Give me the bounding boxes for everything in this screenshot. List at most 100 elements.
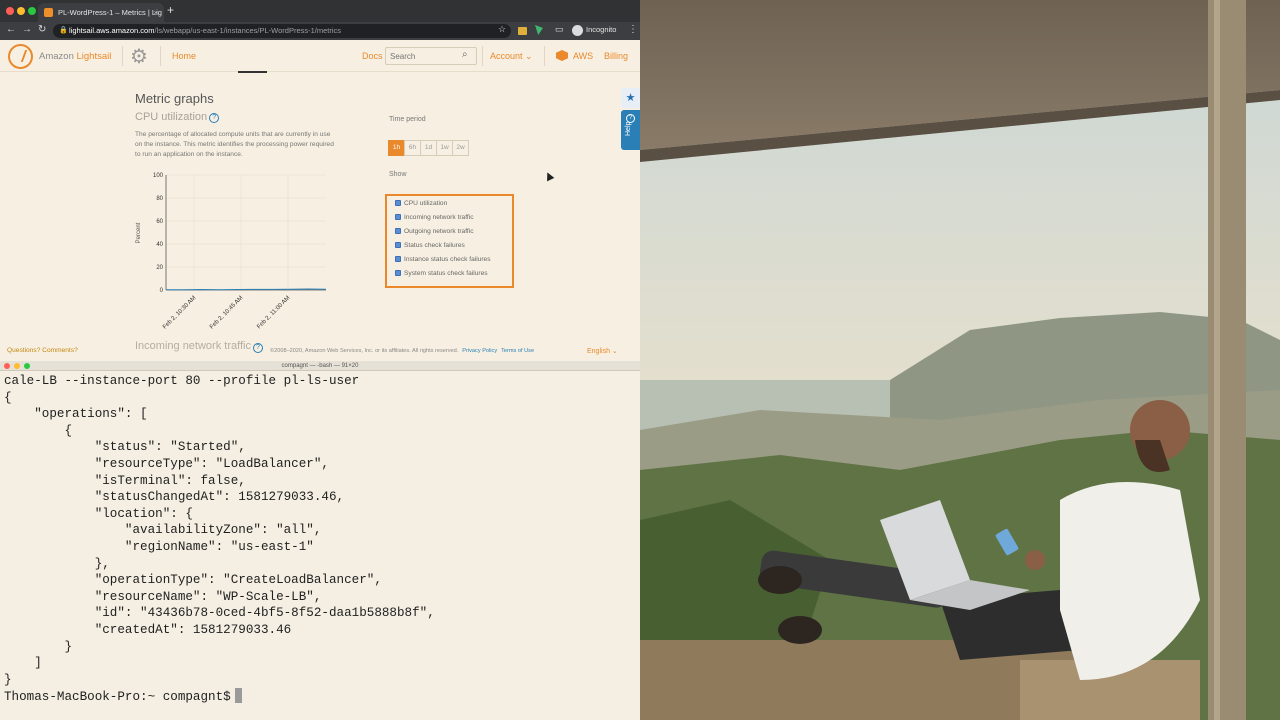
- terminal-line: "regionName": "us-east-1": [4, 539, 314, 554]
- terminal-line: ]: [4, 656, 42, 671]
- screen-left: PL-WordPress-1 – Metrics | Lig × + ← → ↻…: [0, 0, 640, 720]
- maximize-window-icon[interactable]: [28, 7, 36, 15]
- terminal-prompt: Thomas-MacBook-Pro:~ compagnt$: [4, 690, 231, 705]
- terminal-line: "resourceName": "WP-Scale-LB",: [4, 589, 322, 604]
- incognito-icon: [572, 25, 583, 36]
- terminal-line: "resourceType": "LoadBalancer",: [4, 456, 329, 471]
- show-instance-status-checkbox[interactable]: Instance status check failures: [395, 256, 491, 263]
- language-selector[interactable]: English ⌄: [587, 347, 618, 355]
- privacy-policy-link[interactable]: Privacy Policy: [462, 348, 497, 354]
- browser-tab-bar: PL-WordPress-1 – Metrics | Lig × +: [0, 0, 640, 22]
- help-tab-label: Help: [625, 121, 632, 136]
- chevron-down-icon: ⌄: [525, 51, 533, 61]
- period-6h-button[interactable]: 6h: [404, 140, 421, 156]
- cpu-description: The percentage of allocated compute unit…: [135, 131, 334, 158]
- questions-link[interactable]: Questions? Comments?: [7, 347, 78, 354]
- close-window-icon[interactable]: [6, 7, 14, 15]
- favorites-star-icon[interactable]: ★: [621, 88, 640, 108]
- cpu-title-text: CPU utilization: [135, 111, 208, 123]
- browser-tab[interactable]: PL-WordPress-1 – Metrics | Lig ×: [38, 3, 164, 22]
- copyright-label: ©2008–2020, Amazon Web Services, Inc. or…: [270, 348, 459, 354]
- terminal-window[interactable]: compagnt — -bash — 91×20 cale-LB --insta…: [0, 361, 640, 720]
- show-outgoing-checkbox[interactable]: Outgoing network traffic: [395, 228, 474, 235]
- period-1d-button[interactable]: 1d: [420, 140, 437, 156]
- nav-home[interactable]: Home: [172, 51, 196, 61]
- help-question-icon[interactable]: ?: [209, 113, 220, 123]
- checkbox-icon[interactable]: [395, 242, 401, 248]
- chart-y-tick-label: 0: [160, 288, 164, 294]
- close-window-icon[interactable]: [4, 363, 10, 369]
- terminal-prompt-line[interactable]: Thomas-MacBook-Pro:~ compagnt$: [4, 688, 640, 706]
- help-question-icon[interactable]: ?: [252, 343, 263, 353]
- checkbox-label: Outgoing network traffic: [404, 228, 474, 235]
- terminal-line: "operationType": "CreateLoadBalancer",: [4, 573, 382, 588]
- aws-cube-icon: [556, 50, 568, 61]
- terminal-line: cale-LB --instance-port 80 --profile pl-…: [4, 374, 360, 388]
- close-tab-icon[interactable]: ×: [154, 3, 158, 22]
- show-status-checkbox[interactable]: Status check failures: [395, 242, 465, 249]
- checkbox-label: CPU utilization: [404, 200, 448, 207]
- bookmark-star-icon[interactable]: ☆: [498, 24, 506, 35]
- cast-icon[interactable]: ▭: [555, 24, 564, 35]
- chevron-down-icon: ⌄: [611, 348, 618, 355]
- show-system-status-checkbox[interactable]: System status check failures: [395, 270, 488, 277]
- new-tab-icon[interactable]: +: [167, 3, 174, 17]
- nav-aws[interactable]: AWS: [573, 51, 593, 61]
- url-path: /ls/webapp/us-east-1/instances/PL-WordPr…: [154, 26, 342, 35]
- terminal-line: },: [4, 556, 110, 571]
- lightsail-header: Amazon Lightsail ⚙ Home Docs ⌕ Account ⌄…: [0, 40, 640, 73]
- extension-icon[interactable]: [518, 27, 527, 35]
- show-incoming-checkbox[interactable]: Incoming network traffic: [395, 214, 474, 221]
- terminal-line: "location": {: [4, 506, 193, 521]
- lightsail-favicon-icon: [44, 8, 53, 17]
- terminal-line: "status": "Started",: [4, 440, 246, 455]
- reload-icon[interactable]: ↻: [38, 24, 46, 35]
- brand-prefix: Amazon: [39, 51, 77, 62]
- maximize-window-icon[interactable]: [24, 363, 30, 369]
- lightsail-logo-icon[interactable]: [8, 44, 33, 69]
- forward-icon[interactable]: →: [22, 24, 32, 35]
- back-icon[interactable]: ←: [6, 24, 16, 35]
- cpu-series-line: [166, 288, 327, 291]
- url-host: lightsail.aws.amazon.com: [69, 26, 155, 35]
- time-period-label: Time period: [389, 116, 426, 123]
- extension-flag-icon[interactable]: [535, 25, 543, 35]
- checkbox-icon[interactable]: [395, 214, 401, 220]
- chart-y-tick-label: 60: [156, 219, 163, 225]
- terms-of-use-link[interactable]: Terms of Use: [501, 348, 534, 354]
- terminal-line: }: [4, 672, 12, 687]
- checkbox-icon[interactable]: [395, 270, 401, 276]
- show-cpu-checkbox[interactable]: CPU utilization: [395, 200, 447, 207]
- minimize-window-icon[interactable]: [17, 7, 25, 15]
- nav-docs[interactable]: Docs: [362, 51, 383, 61]
- lock-icon: 🔒: [59, 27, 68, 34]
- terminal-line: "operations": [: [4, 407, 148, 422]
- chart-y-tick-label: 40: [156, 242, 163, 248]
- terminal-line: "statusChangedAt": 1581279033.46,: [4, 490, 345, 505]
- minimize-window-icon[interactable]: [14, 363, 20, 369]
- terminal-line: {: [4, 390, 12, 405]
- terminal-line: "isTerminal": false,: [4, 473, 246, 488]
- divider: [122, 46, 123, 66]
- address-bar[interactable]: 🔒 lightsail.aws.amazon.com/ls/webapp/us-e…: [53, 24, 511, 38]
- period-1w-button[interactable]: 1w: [436, 140, 453, 156]
- nav-account[interactable]: Account ⌄: [490, 51, 533, 62]
- gear-icon[interactable]: ⚙: [130, 44, 148, 69]
- nav-billing[interactable]: Billing: [604, 51, 628, 61]
- browser-menu-icon[interactable]: ⋮: [628, 24, 638, 35]
- checkbox-icon[interactable]: [395, 256, 401, 262]
- checkbox-icon[interactable]: [395, 200, 401, 206]
- help-tab[interactable]: ? Help: [621, 110, 640, 150]
- brand-name[interactable]: Amazon Lightsail: [39, 51, 111, 62]
- chart-y-tick-label: 80: [156, 196, 163, 202]
- language-label: English: [587, 348, 610, 355]
- presenter-photo: [640, 0, 1280, 720]
- divider: [544, 46, 545, 66]
- divider: [482, 46, 483, 66]
- account-label: Account: [490, 51, 523, 61]
- period-1h-button[interactable]: 1h: [388, 140, 405, 156]
- search-icon[interactable]: ⌕: [462, 49, 468, 60]
- period-2w-button[interactable]: 2w: [452, 140, 469, 156]
- checkbox-icon[interactable]: [395, 228, 401, 234]
- tab-indicator: [238, 71, 267, 73]
